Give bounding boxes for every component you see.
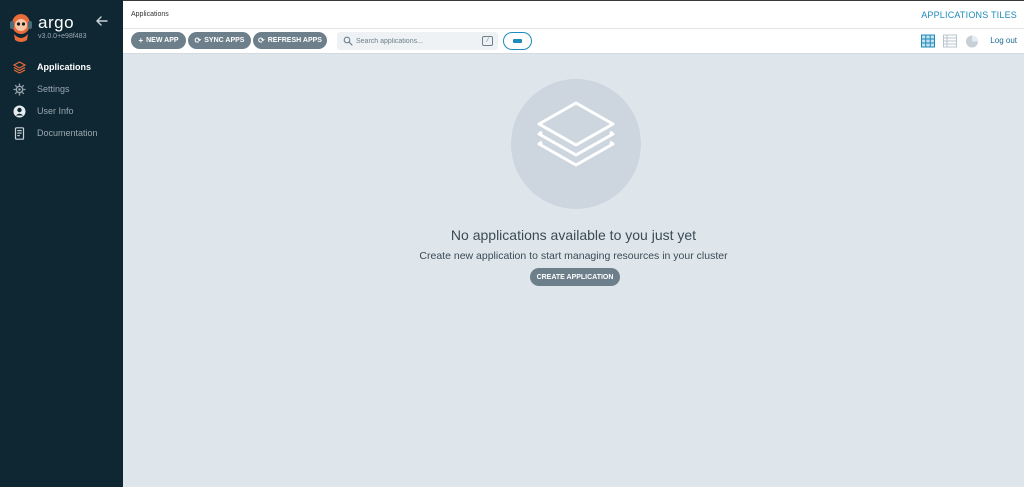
sidebar-item-label: Documentation [37, 128, 98, 138]
sidebar-item-applications[interactable]: Applications [0, 56, 123, 78]
sidebar-item-settings[interactable]: Settings [0, 78, 123, 100]
refresh-apps-button[interactable]: ⟳ REFRESH APPS [253, 32, 327, 49]
sync-icon: ⟳ [194, 35, 202, 45]
logout-link[interactable]: Log out [990, 36, 1017, 45]
collapse-sidebar-arrow-icon[interactable] [95, 14, 109, 28]
page-title: APPLICATIONS TILES [921, 10, 1017, 20]
search-icon [343, 36, 353, 46]
minus-icon [513, 39, 522, 43]
refresh-apps-label: REFRESH APPS [267, 37, 322, 44]
sidebar: argo v3.0.0+e98f483 Applications Setting… [0, 0, 123, 487]
sidebar-item-documentation[interactable]: Documentation [0, 122, 123, 144]
plus-icon: + [138, 35, 144, 45]
search-input[interactable] [356, 34, 476, 48]
brand-name: argo [38, 13, 75, 32]
empty-state-subtitle: Create new application to start managing… [419, 250, 728, 262]
top-bar: Applications APPLICATIONS TILES [123, 0, 1024, 29]
summary-pie-view-icon[interactable] [965, 34, 979, 48]
sidebar-item-label: Applications [37, 62, 92, 72]
layers-illustration-icon [537, 101, 615, 167]
toolbar: + NEW APP ⟳ SYNC APPS ⟳ REFRESH APPS / L… [123, 29, 1024, 54]
new-app-label: NEW APP [146, 37, 179, 44]
sidebar-item-label: User Info [37, 106, 74, 116]
sidebar-nav: Applications Settings User Info Document… [0, 56, 123, 144]
sync-apps-button[interactable]: ⟳ SYNC APPS [188, 32, 251, 49]
sync-apps-label: SYNC APPS [204, 37, 245, 44]
sidebar-item-label: Settings [37, 84, 70, 94]
sidebar-item-user-info[interactable]: User Info [0, 100, 123, 122]
empty-state-title: No applications available to you just ye… [450, 227, 697, 243]
list-view-icon[interactable] [943, 34, 957, 48]
tiles-view-icon[interactable] [921, 34, 935, 48]
breadcrumb[interactable]: Applications [131, 11, 169, 18]
new-app-button[interactable]: + NEW APP [131, 32, 186, 49]
gear-icon [13, 83, 26, 95]
search-box[interactable]: / [337, 32, 498, 50]
book-icon [14, 126, 25, 140]
layers-icon [13, 60, 26, 74]
user-icon [13, 105, 26, 117]
search-shortcut-key: / [482, 36, 493, 46]
refresh-icon: ⟳ [258, 35, 265, 45]
argo-mascot-icon [10, 14, 32, 42]
create-application-button[interactable]: CREATE APPLICATION [530, 268, 620, 286]
filters-toggle-button[interactable] [503, 32, 532, 50]
empty-state-illustration [511, 79, 641, 209]
brand-version: v3.0.0+e98f483 [38, 33, 87, 40]
